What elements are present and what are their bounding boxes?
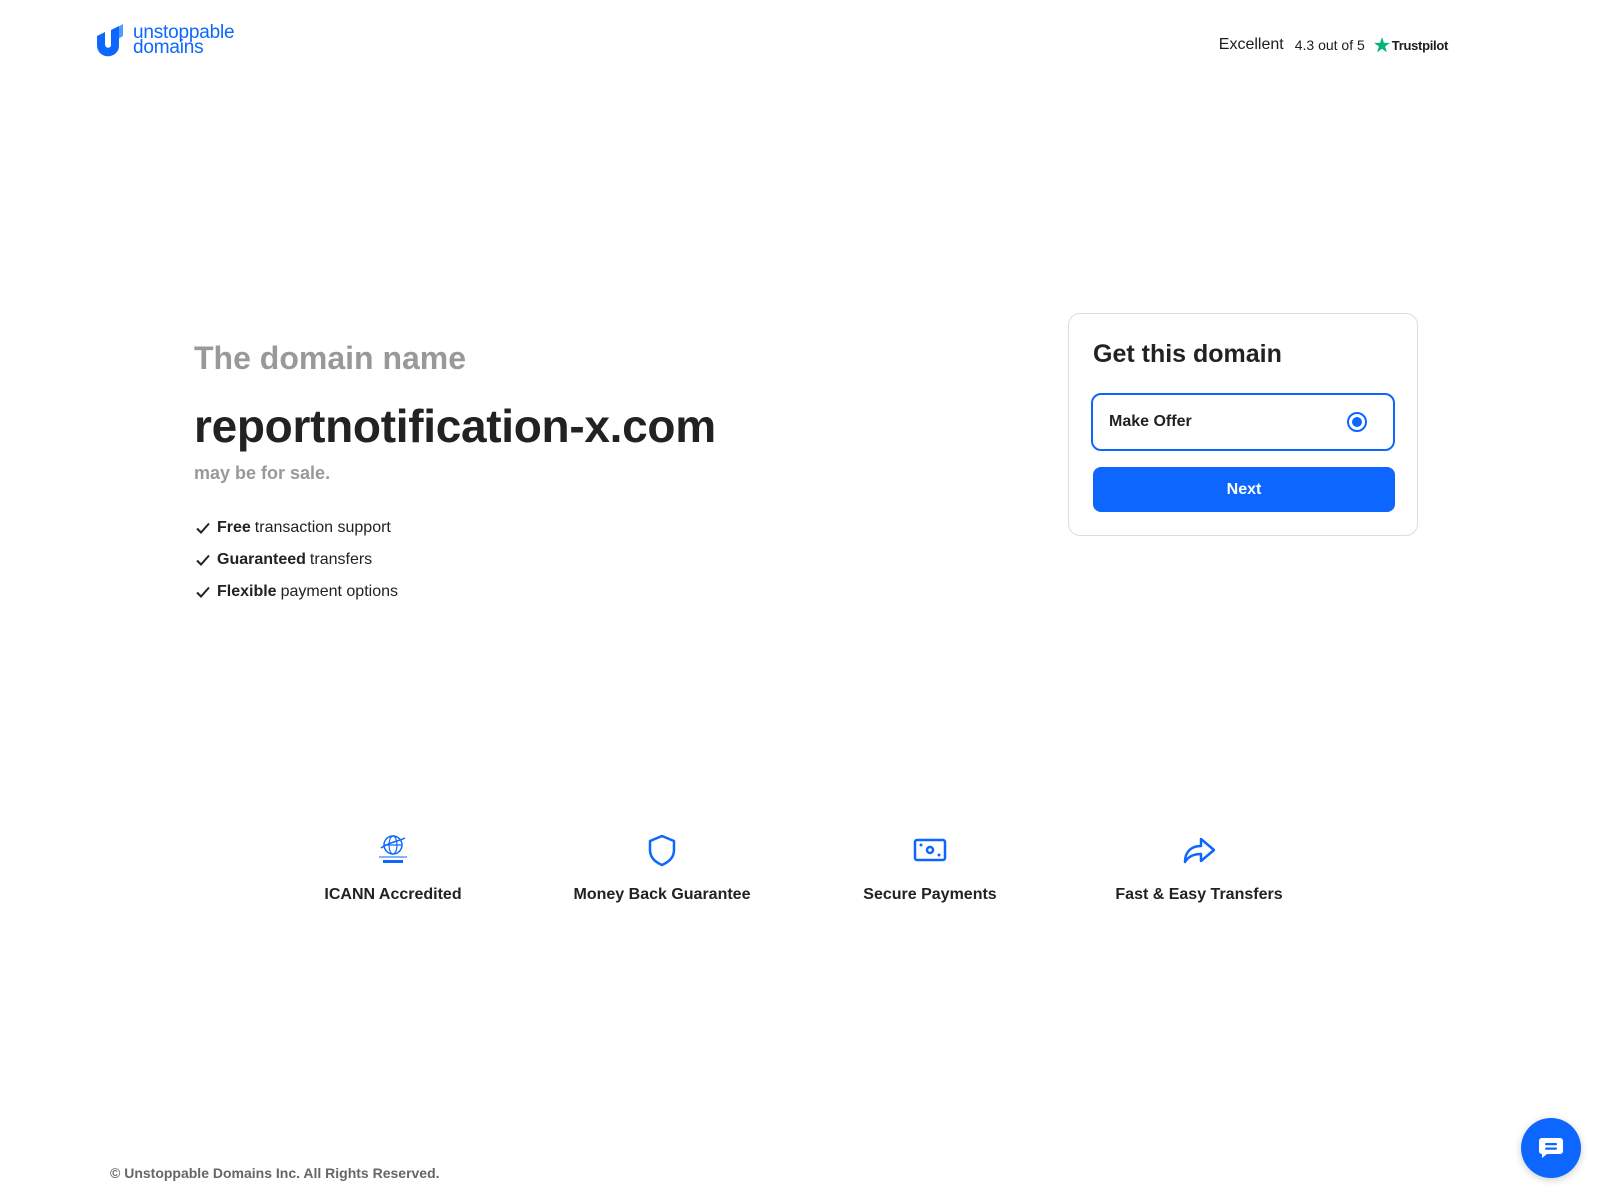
share-arrow-icon bbox=[1181, 832, 1217, 868]
trustpilot-widget[interactable]: Excellent 4.3 out of 5 Trustpilot bbox=[1218, 36, 1449, 54]
feature-bold: Free bbox=[217, 519, 251, 536]
header: unstoppable domains Excellent 4.3 out of… bbox=[0, 0, 1600, 90]
checkmark-icon bbox=[196, 554, 210, 566]
hero-subtitle: The domain name bbox=[194, 340, 467, 376]
chat-icon bbox=[1539, 1138, 1563, 1158]
feature-text: transaction support bbox=[254, 519, 391, 536]
badge-money-back: Money Back Guarantee bbox=[542, 832, 782, 904]
feature-text: payment options bbox=[280, 583, 398, 600]
feature-item: Free transaction support bbox=[194, 512, 716, 544]
next-button[interactable]: Next bbox=[1093, 467, 1395, 512]
icann-icon bbox=[375, 832, 411, 868]
make-offer-label: Make Offer bbox=[1109, 413, 1192, 430]
sale-text: may be for sale. bbox=[194, 463, 331, 483]
get-domain-card: Get this domain Make Offer Next bbox=[1068, 313, 1418, 536]
brand-line-2: domains bbox=[133, 37, 204, 58]
badge-secure-payments: Secure Payments bbox=[810, 832, 1050, 904]
feature-bold: Flexible bbox=[217, 583, 277, 600]
shield-icon bbox=[644, 832, 680, 868]
checkmark-icon bbox=[196, 522, 210, 534]
unstoppable-logo-icon bbox=[97, 24, 123, 57]
feature-item: Guaranteed transfers bbox=[194, 544, 716, 576]
trustpilot-star-icon bbox=[1373, 37, 1390, 53]
footer-copyright: © Unstoppable Domains Inc. All Rights Re… bbox=[110, 1165, 440, 1181]
trustpilot-rating-word: Excellent bbox=[1218, 36, 1284, 53]
feature-list: Free transaction support Guaranteed tran… bbox=[194, 512, 716, 608]
brand-wordmark: unstoppable domains bbox=[133, 23, 235, 58]
badge-label: ICANN Accredited bbox=[324, 886, 462, 903]
feature-bold: Guaranteed bbox=[217, 551, 306, 568]
feature-item: Flexible payment options bbox=[194, 576, 716, 608]
badge-label: Fast & Easy Transfers bbox=[1115, 886, 1283, 903]
trustpilot-brand: Trustpilot bbox=[1391, 37, 1449, 53]
feature-text: transfers bbox=[309, 551, 373, 568]
trustpilot-score: 4.3 out of 5 bbox=[1294, 37, 1365, 53]
card-title: Get this domain bbox=[1093, 340, 1282, 368]
domain-name: reportnotification-x.com bbox=[194, 400, 716, 452]
hero-section: The domain name reportnotification-x.com… bbox=[194, 340, 716, 608]
badge-label: Secure Payments bbox=[863, 886, 997, 903]
checkmark-icon bbox=[196, 586, 210, 598]
make-offer-option[interactable]: Make Offer bbox=[1091, 393, 1395, 451]
radio-selected-dot bbox=[1352, 417, 1362, 427]
badge-label: Money Back Guarantee bbox=[573, 886, 751, 903]
chat-launcher-button[interactable] bbox=[1521, 1118, 1581, 1178]
badge-transfers: Fast & Easy Transfers bbox=[1079, 832, 1319, 904]
brand-logo[interactable]: unstoppable domains bbox=[93, 22, 235, 58]
payment-icon bbox=[912, 832, 948, 868]
badge-icann: ICANN Accredited bbox=[273, 832, 513, 904]
make-offer-radio[interactable] bbox=[1347, 412, 1367, 432]
